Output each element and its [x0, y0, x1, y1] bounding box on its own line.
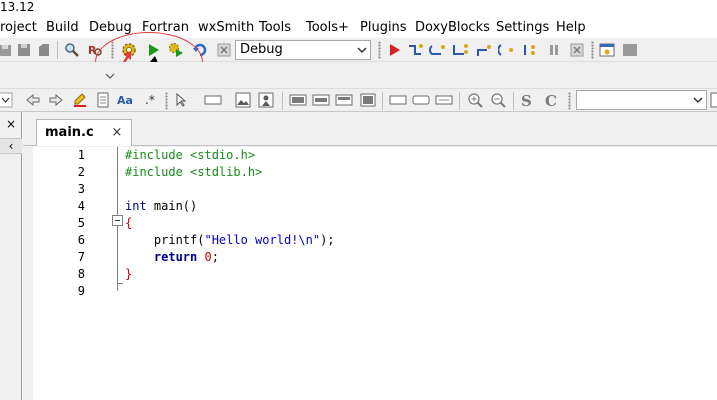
code-line-5: { [125, 216, 133, 230]
code-line-4: int main() [125, 199, 198, 213]
forward-arrow-icon[interactable] [46, 90, 66, 110]
panel-close-button[interactable]: × [0, 114, 22, 134]
line-number: 6 [77, 233, 85, 247]
figure-icon[interactable] [256, 90, 276, 110]
code-line-8: } [125, 267, 133, 281]
frame-2-icon[interactable] [411, 90, 431, 110]
line-number: 4 [77, 199, 85, 213]
svg-text:S: S [521, 92, 532, 108]
line-number: 7 [77, 250, 85, 264]
secondary-toolbar-area [0, 62, 717, 88]
toolbar-separator [459, 92, 460, 110]
svg-text:.*: .* [145, 93, 155, 107]
panel-scroll-left-button[interactable]: ‹ [0, 138, 22, 154]
svg-text:C: C [545, 92, 557, 108]
layout-1-icon[interactable] [288, 90, 308, 110]
line-number: 8 [77, 267, 85, 281]
close-icon[interactable]: × [109, 124, 125, 140]
code-line-2: #include <stdlib.h> [125, 165, 263, 179]
management-panel: × ‹ [0, 112, 22, 400]
chevron-down-icon[interactable] [0, 90, 16, 110]
code-toolbar: Aa .* S C [0, 88, 717, 112]
fold-guide [117, 147, 118, 215]
frame-1-icon[interactable] [388, 90, 408, 110]
toolbar-separator [282, 92, 283, 110]
back-arrow-icon[interactable] [23, 90, 43, 110]
toolbar-separator [382, 92, 383, 110]
match-icon[interactable]: .* [140, 90, 160, 110]
line-number: 5 [77, 216, 85, 230]
toolbar-separator [513, 92, 514, 110]
line-number: 3 [77, 182, 85, 196]
svg-text:Aa: Aa [117, 94, 133, 107]
fold-toggle[interactable] [112, 215, 123, 226]
layout-3-icon[interactable] [334, 90, 354, 110]
image-icon[interactable] [233, 90, 253, 110]
highlight-icon[interactable] [70, 90, 90, 110]
layout-2-icon[interactable] [311, 90, 331, 110]
symbol-s-icon[interactable]: S [517, 90, 537, 110]
chevron-down-icon [693, 97, 703, 104]
zoom-out-icon[interactable] [488, 90, 508, 110]
tab-main-c[interactable]: main.c × [36, 119, 132, 146]
code-editor[interactable]: 1 2 3 4 5 6 7 8 9 #include <stdio.h> #in… [33, 147, 717, 400]
line-number-gutter: 1 2 3 4 5 6 7 8 9 [33, 147, 93, 400]
code-line-7: return 0; [153, 250, 219, 264]
code-line-6: printf("Hello world!\n"); [125, 233, 335, 247]
zoom-in-icon[interactable] [465, 90, 485, 110]
fold-guide [117, 226, 118, 291]
code-line-1: #include <stdio.h> [125, 148, 256, 162]
doc-icon[interactable] [706, 90, 717, 110]
layout-4-icon[interactable] [358, 90, 378, 110]
line-number: 2 [77, 165, 85, 179]
frame-3-icon[interactable] [434, 90, 454, 110]
doc-icon[interactable] [93, 90, 113, 110]
line-number: 9 [77, 284, 85, 298]
font-format-icon[interactable]: Aa [116, 90, 136, 110]
select-arrow-icon[interactable] [171, 90, 191, 110]
toolbar-grip[interactable] [165, 92, 168, 110]
line-number: 1 [77, 148, 85, 162]
fold-end-marker [117, 283, 123, 284]
symbol-c-icon[interactable]: C [541, 90, 561, 110]
chevron-down-icon[interactable] [100, 66, 120, 86]
toolbar-grip[interactable] [568, 92, 571, 110]
rectangle-icon[interactable] [203, 90, 223, 110]
editor-tab-strip: main.c × [23, 112, 717, 146]
search-combo[interactable] [576, 90, 707, 110]
tab-label: main.c [45, 125, 94, 140]
